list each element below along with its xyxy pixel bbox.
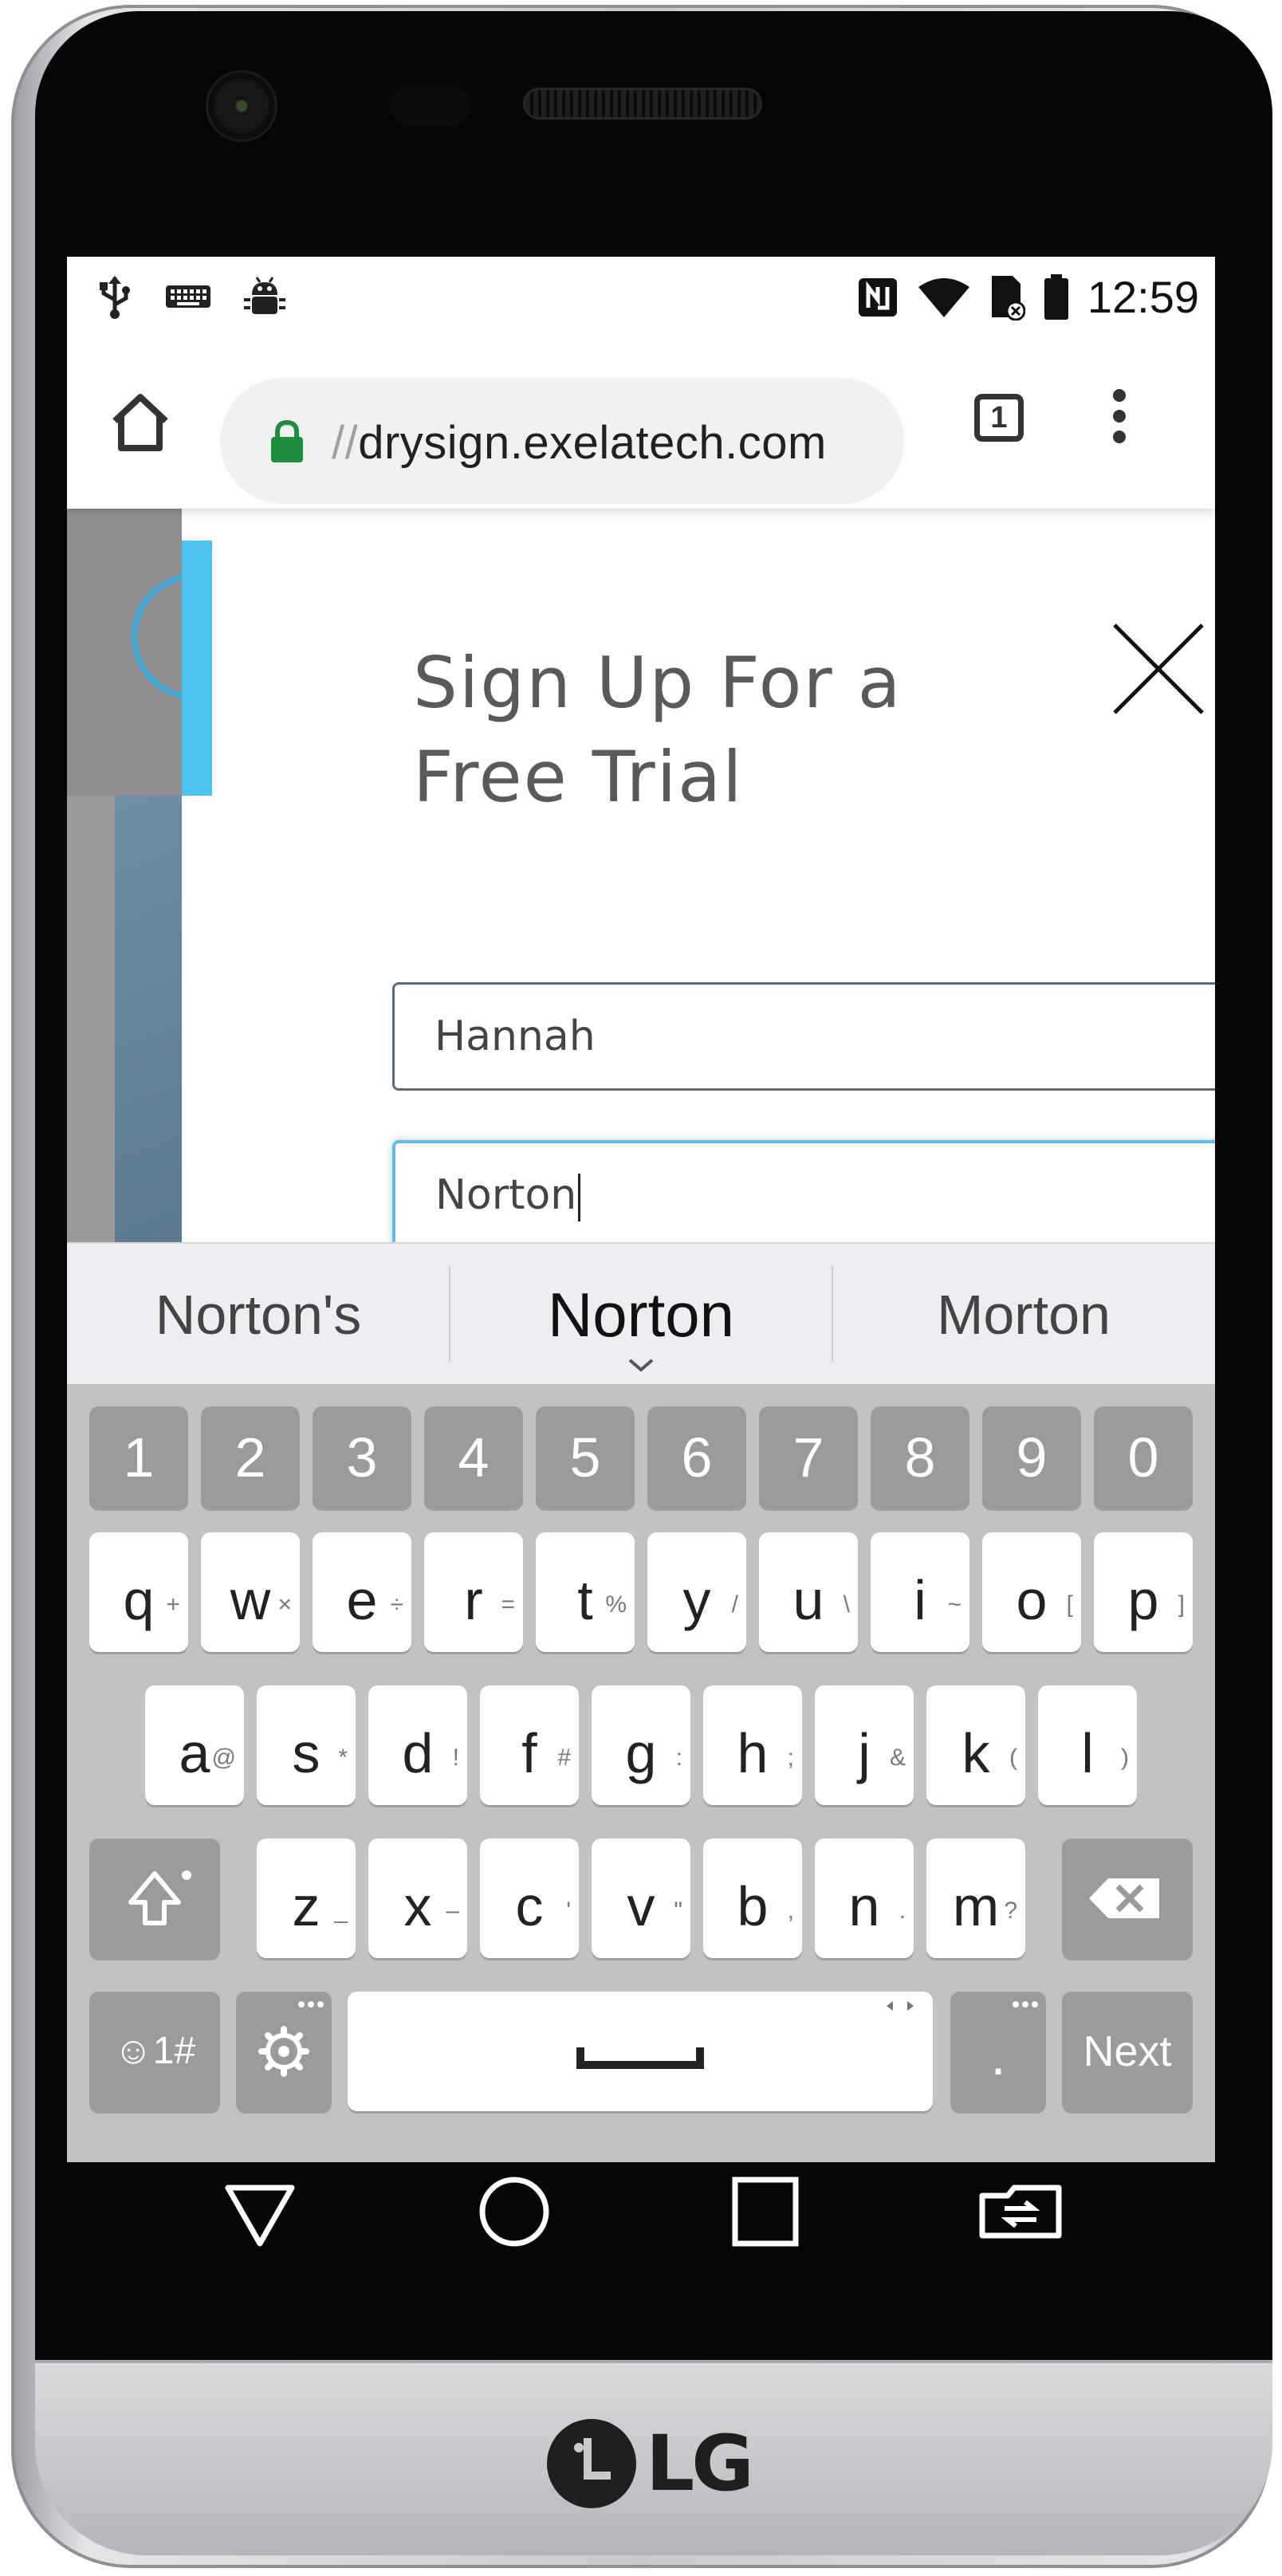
key-b[interactable]: b, [703, 1839, 802, 1958]
key-e[interactable]: e ÷ [313, 1532, 411, 1652]
shift-key[interactable] [89, 1839, 220, 1958]
key-9[interactable]: 9 [982, 1406, 1081, 1508]
suggestion-left[interactable]: Norton's [67, 1244, 450, 1386]
key-a[interactable]: a @ [145, 1685, 244, 1805]
backspace-icon [1089, 1878, 1159, 1918]
sim-no-icon [991, 275, 1025, 321]
brand-logo: LG [547, 2416, 754, 2511]
key-k[interactable]: k( [926, 1685, 1025, 1805]
wifi-icon [918, 277, 969, 317]
front-camera [206, 70, 277, 142]
tab-count: 1 [974, 394, 1024, 442]
overflow-menu-button[interactable] [1103, 384, 1135, 456]
address-bar[interactable]: //drysign.exelatech.com [220, 378, 904, 504]
recents-nav-icon[interactable] [726, 2164, 805, 2259]
home-button[interactable] [107, 389, 174, 456]
lg-logo-icon [547, 2419, 636, 2508]
key-2[interactable]: 2 [201, 1406, 300, 1508]
status-bar: 12:59 [67, 257, 1215, 336]
battery-icon [1044, 273, 1068, 320]
dual-window-nav-icon[interactable] [973, 2164, 1068, 2259]
key-n[interactable]: n. [815, 1839, 914, 1958]
home-nav-icon[interactable] [470, 2164, 558, 2259]
browser-toolbar: //drysign.exelatech.com 1 [67, 336, 1215, 509]
key-1[interactable]: 1 [89, 1406, 188, 1508]
key-p[interactable]: p] [1094, 1532, 1193, 1652]
chevron-down-icon [628, 1359, 654, 1372]
next-key[interactable]: Next [1062, 1992, 1193, 2111]
key-5[interactable]: 5 [536, 1406, 635, 1508]
key-i[interactable]: i ~ [871, 1532, 969, 1652]
proximity-sensor [391, 86, 470, 126]
keyboard-icon [166, 285, 210, 308]
key-q[interactable]: q + [89, 1532, 188, 1652]
period-key[interactable]: . [950, 1992, 1046, 2111]
close-icon [1113, 623, 1204, 714]
key-m[interactable]: m? [926, 1839, 1025, 1958]
web-page: Sign Up For a Free Trial Hannah Norton [67, 509, 1215, 1249]
home-icon [112, 394, 168, 451]
settings-key[interactable] [236, 1992, 332, 2111]
key-h[interactable]: h; [703, 1685, 802, 1805]
page-background [67, 509, 258, 1242]
text-cursor [578, 1174, 581, 1221]
key-d[interactable]: d! [368, 1685, 467, 1805]
backspace-key[interactable] [1062, 1839, 1193, 1958]
back-nav-icon[interactable] [220, 2164, 300, 2259]
key-y[interactable]: y / [647, 1532, 746, 1652]
usb-icon [100, 276, 130, 319]
first-name-field[interactable]: Hannah [392, 982, 1215, 1091]
key-t[interactable]: t% [536, 1532, 635, 1652]
key-v[interactable]: v " [592, 1839, 690, 1958]
key-x[interactable]: x – [368, 1839, 467, 1958]
space-icon [576, 2001, 914, 2069]
suggestion-strip: Norton's Norton Morton [67, 1242, 1215, 1384]
gear-icon [258, 2001, 324, 2077]
key-g[interactable]: g: [592, 1685, 690, 1805]
android-debug-icon [244, 277, 285, 314]
nfc-icon [858, 277, 897, 317]
more-dots-icon [1013, 2001, 1038, 2008]
key-l[interactable]: l) [1038, 1685, 1137, 1805]
screen: 12:59 //drysign.exelatech.com 1 Sign Up … [67, 257, 1215, 2162]
key-u[interactable]: u \ [759, 1532, 858, 1652]
key-s[interactable]: s * [257, 1685, 356, 1805]
url-text: //drysign.exelatech.com [332, 417, 827, 469]
symbols-key[interactable]: ☺1# [89, 1992, 220, 2111]
shift-icon [128, 1870, 191, 1925]
tab-switcher-button[interactable]: 1 [966, 384, 1033, 451]
key-w[interactable]: w × [201, 1532, 300, 1652]
lock-icon [271, 419, 303, 462]
keyboard: 1 2 3 4 5 6 7 8 9 0 q + w × e ÷ r = t% y / u \… [67, 1384, 1215, 2162]
brand-text: LG [646, 2419, 754, 2508]
close-button[interactable] [1107, 617, 1210, 721]
suggestion-right[interactable]: Morton [832, 1244, 1215, 1386]
last-name-field[interactable]: Norton [392, 1140, 1215, 1249]
key-z[interactable]: z _ [257, 1839, 356, 1958]
key-f[interactable]: f # [480, 1685, 579, 1805]
modal-title: Sign Up For a Free Trial [413, 642, 903, 818]
earpiece-speaker [523, 88, 762, 120]
key-6[interactable]: 6 [647, 1406, 746, 1508]
key-o[interactable]: o[ [982, 1532, 1081, 1652]
spacebar[interactable] [348, 1992, 933, 2111]
key-3[interactable]: 3 [313, 1406, 411, 1508]
accent-bar [182, 541, 212, 796]
key-0[interactable]: 0 [1094, 1406, 1193, 1508]
key-r[interactable]: r = [424, 1532, 523, 1652]
key-7[interactable]: 7 [759, 1406, 858, 1508]
key-8[interactable]: 8 [871, 1406, 969, 1508]
signup-modal: Sign Up For a Free Trial Hannah Norton [182, 541, 1215, 1249]
key-4[interactable]: 4 [424, 1406, 523, 1508]
key-c[interactable]: c ' [480, 1839, 579, 1958]
key-j[interactable]: j & [815, 1685, 914, 1805]
clock: 12:59 [1087, 272, 1199, 322]
